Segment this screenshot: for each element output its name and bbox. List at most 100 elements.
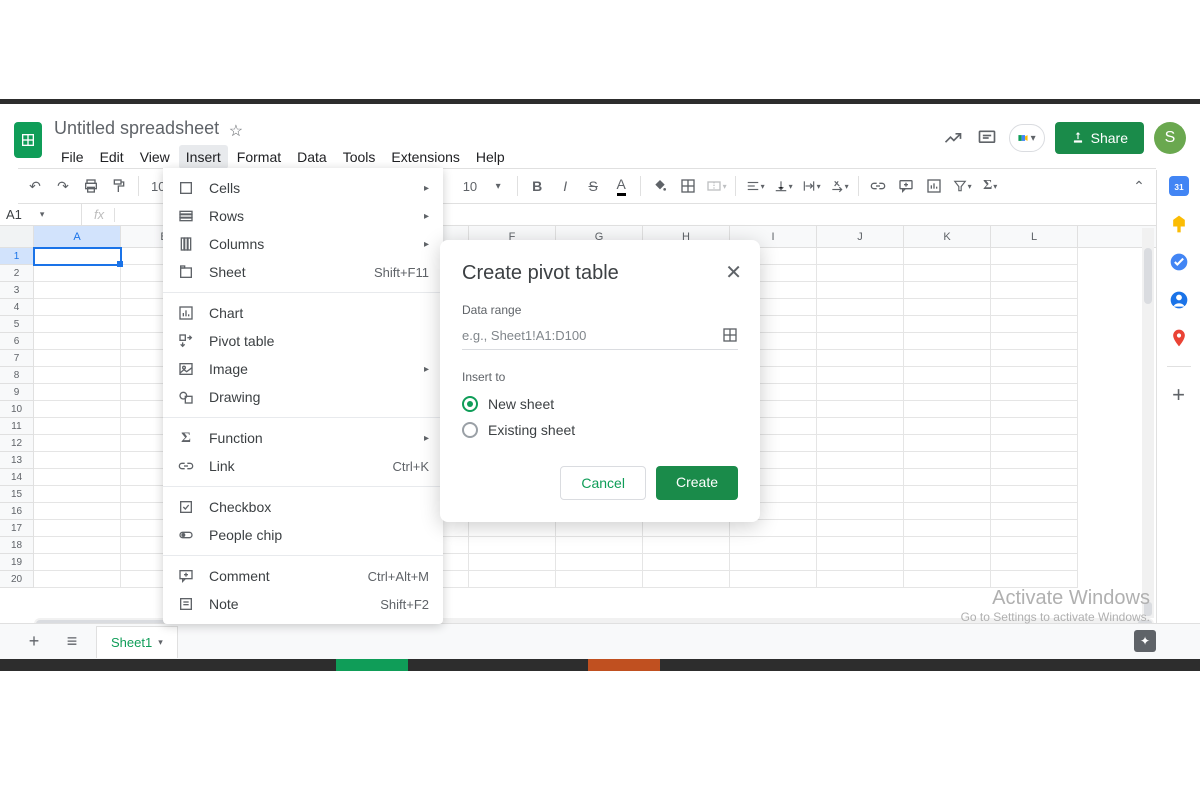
cell[interactable] <box>904 401 991 418</box>
cell[interactable] <box>817 486 904 503</box>
star-icon[interactable]: ☆ <box>229 121 243 141</box>
borders-icon[interactable] <box>677 175 699 197</box>
cell[interactable] <box>991 350 1078 367</box>
cell[interactable] <box>904 469 991 486</box>
cell[interactable] <box>817 435 904 452</box>
cell[interactable] <box>904 350 991 367</box>
cell[interactable] <box>904 299 991 316</box>
vertical-align-icon[interactable]: ▾ <box>772 175 794 197</box>
cell[interactable] <box>904 452 991 469</box>
vertical-scrollbar[interactable] <box>1142 228 1154 618</box>
comment-history-icon[interactable] <box>975 126 999 150</box>
cell[interactable] <box>817 265 904 282</box>
cell[interactable] <box>991 537 1078 554</box>
cell[interactable] <box>34 248 121 265</box>
font-size-dropdown-icon[interactable]: ▾ <box>487 175 509 197</box>
row-header[interactable]: 9 <box>0 384 34 401</box>
cell[interactable] <box>556 537 643 554</box>
row-header[interactable]: 19 <box>0 554 34 571</box>
cell[interactable] <box>730 537 817 554</box>
cell[interactable] <box>817 384 904 401</box>
cell[interactable] <box>34 418 121 435</box>
merge-icon[interactable]: ▾ <box>705 175 727 197</box>
radio-option-new-sheet[interactable]: New sheet <box>462 396 738 412</box>
cell[interactable] <box>34 367 121 384</box>
cell[interactable] <box>34 486 121 503</box>
activity-icon[interactable] <box>941 126 965 150</box>
cell[interactable] <box>991 571 1078 588</box>
sheets-logo-icon[interactable] <box>14 122 42 158</box>
bold-icon[interactable]: B <box>526 175 548 197</box>
cell[interactable] <box>817 520 904 537</box>
menu-item-link[interactable]: LinkCtrl+K <box>163 452 443 480</box>
cell[interactable] <box>904 520 991 537</box>
cell[interactable] <box>817 452 904 469</box>
row-header[interactable]: 11 <box>0 418 34 435</box>
name-box[interactable]: A1 ▾ <box>0 204 82 225</box>
cell[interactable] <box>34 299 121 316</box>
row-header[interactable]: 15 <box>0 486 34 503</box>
row-header[interactable]: 20 <box>0 571 34 588</box>
cell[interactable] <box>991 384 1078 401</box>
menu-item-image[interactable]: Image▸ <box>163 355 443 383</box>
cell[interactable] <box>817 282 904 299</box>
sheet-tab-active[interactable]: Sheet1 ▾ <box>96 626 178 658</box>
cell[interactable] <box>34 554 121 571</box>
add-sheet-button[interactable]: + <box>20 628 48 656</box>
vertical-scrollbar-thumb[interactable] <box>1144 248 1152 304</box>
insert-link-icon[interactable] <box>867 175 889 197</box>
menu-item-people-chip[interactable]: People chip <box>163 521 443 549</box>
row-header[interactable]: 5 <box>0 316 34 333</box>
cell[interactable] <box>904 435 991 452</box>
text-color-icon[interactable]: A <box>610 175 632 197</box>
horizontal-align-icon[interactable]: ▾ <box>744 175 766 197</box>
row-header[interactable]: 17 <box>0 520 34 537</box>
menu-extensions[interactable]: Extensions <box>384 145 466 169</box>
cell[interactable] <box>817 401 904 418</box>
cell[interactable] <box>904 333 991 350</box>
select-range-icon[interactable] <box>722 327 738 343</box>
menu-data[interactable]: Data <box>290 145 334 169</box>
menu-item-checkbox[interactable]: Checkbox <box>163 493 443 521</box>
cell[interactable] <box>904 282 991 299</box>
cell[interactable] <box>991 486 1078 503</box>
text-wrap-icon[interactable]: ▾ <box>800 175 822 197</box>
row-header[interactable]: 2 <box>0 265 34 282</box>
row-header[interactable]: 8 <box>0 367 34 384</box>
row-header[interactable]: 10 <box>0 401 34 418</box>
cell[interactable] <box>904 248 991 265</box>
cell[interactable] <box>904 554 991 571</box>
explore-button[interactable]: ✦ <box>1134 630 1156 652</box>
cell[interactable] <box>643 520 730 537</box>
strikethrough-icon[interactable]: S <box>582 175 604 197</box>
menu-item-chart[interactable]: Chart <box>163 299 443 327</box>
filter-icon[interactable]: ▾ <box>951 175 973 197</box>
cell[interactable] <box>643 554 730 571</box>
create-button[interactable]: Create <box>656 466 738 500</box>
menu-item-comment[interactable]: CommentCtrl+Alt+M <box>163 562 443 590</box>
cell[interactable] <box>904 316 991 333</box>
cell[interactable] <box>991 435 1078 452</box>
cell[interactable] <box>556 554 643 571</box>
close-icon[interactable]: ✕ <box>725 260 742 285</box>
doc-title[interactable]: Untitled spreadsheet <box>54 118 219 139</box>
row-header[interactable]: 4 <box>0 299 34 316</box>
meet-icon[interactable]: ▾ <box>1009 124 1045 152</box>
cell[interactable] <box>991 554 1078 571</box>
functions-icon[interactable]: Σ▾ <box>979 175 1001 197</box>
row-header[interactable]: 13 <box>0 452 34 469</box>
cell[interactable] <box>34 384 121 401</box>
italic-icon[interactable]: I <box>554 175 576 197</box>
cell[interactable] <box>643 571 730 588</box>
cell[interactable] <box>991 367 1078 384</box>
menu-help[interactable]: Help <box>469 145 512 169</box>
row-header[interactable]: 14 <box>0 469 34 486</box>
tasks-icon[interactable] <box>1169 252 1189 272</box>
cell[interactable] <box>817 316 904 333</box>
menu-view[interactable]: View <box>133 145 177 169</box>
undo-icon[interactable]: ↶ <box>24 175 46 197</box>
cell[interactable] <box>904 384 991 401</box>
menu-edit[interactable]: Edit <box>93 145 131 169</box>
cell[interactable] <box>817 554 904 571</box>
row-header[interactable]: 3 <box>0 282 34 299</box>
